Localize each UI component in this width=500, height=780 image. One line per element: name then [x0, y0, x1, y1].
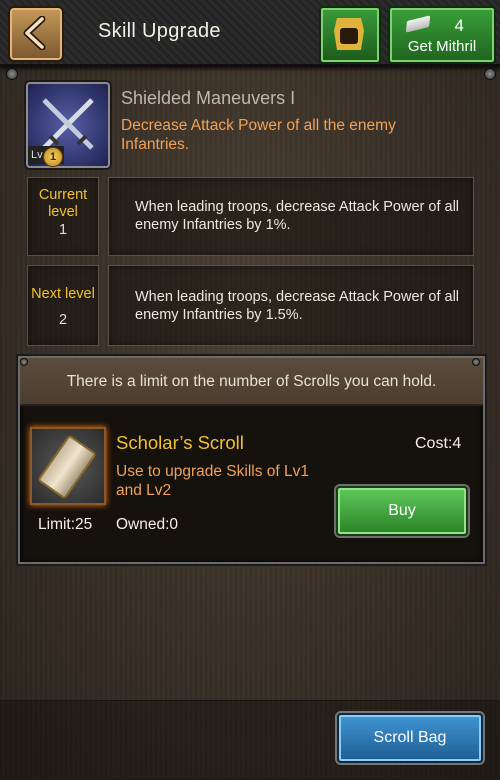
level-badge: 1: [43, 147, 63, 167]
rivet-decoration: [20, 358, 28, 366]
buy-button[interactable]: Buy: [336, 486, 468, 536]
get-mithril-button[interactable]: 4 Get Mithril: [388, 6, 496, 64]
scroll-item-name: Scholar’s Scroll: [116, 432, 244, 453]
scroll-owned: Owned:0: [116, 516, 179, 533]
next-level-effect-box: When leading troops, decrease Attack Pow…: [108, 265, 474, 346]
scroll-icon: [37, 434, 97, 500]
skill-description: Decrease Attack Power of all the enemy I…: [121, 117, 396, 153]
skill-name: Shielded Maneuvers I: [121, 88, 296, 108]
current-level-effect-box: When leading troops, decrease Attack Pow…: [108, 177, 474, 256]
mithril-count: 4: [454, 16, 464, 35]
current-level-box: Current level 1: [27, 177, 99, 256]
top-bar: Skill Upgrade 4 Get Mithril: [0, 0, 500, 67]
scroll-bag-button[interactable]: Scroll Bag: [337, 713, 483, 763]
next-level-effect: When leading troops, decrease Attack Pow…: [135, 289, 460, 323]
scroll-limit: Limit:25: [38, 516, 93, 533]
rivet-decoration: [472, 358, 480, 366]
current-level-effect: When leading troops, decrease Attack Pow…: [135, 199, 460, 233]
rivet-decoration: [484, 68, 496, 80]
scroll-item-description: Use to upgrade Skills of Lv1 and Lv2: [116, 463, 309, 499]
scroll-limit-notice: There is a limit on the number of Scroll…: [66, 373, 437, 390]
get-mithril-label: Get Mithril: [407, 38, 477, 55]
next-level-label: Next level: [31, 286, 95, 302]
page-title: Skill Upgrade: [98, 20, 221, 42]
current-level-value: 1: [58, 222, 68, 238]
next-level-value: 2: [58, 312, 68, 328]
shop-button[interactable]: [319, 6, 381, 64]
back-button[interactable]: [8, 6, 64, 62]
treasure-shop-icon: [334, 18, 364, 50]
mithril-bar-icon: [405, 15, 431, 33]
chevron-left-icon: [23, 16, 46, 50]
scroll-item-image[interactable]: [30, 427, 106, 505]
scroll-limit-banner: There is a limit on the number of Scroll…: [20, 358, 483, 406]
rivet-decoration: [6, 68, 18, 80]
current-level-label: Current level: [38, 187, 88, 220]
next-level-box: Next level 2: [27, 265, 99, 346]
scroll-cost: Cost:4: [415, 435, 462, 452]
